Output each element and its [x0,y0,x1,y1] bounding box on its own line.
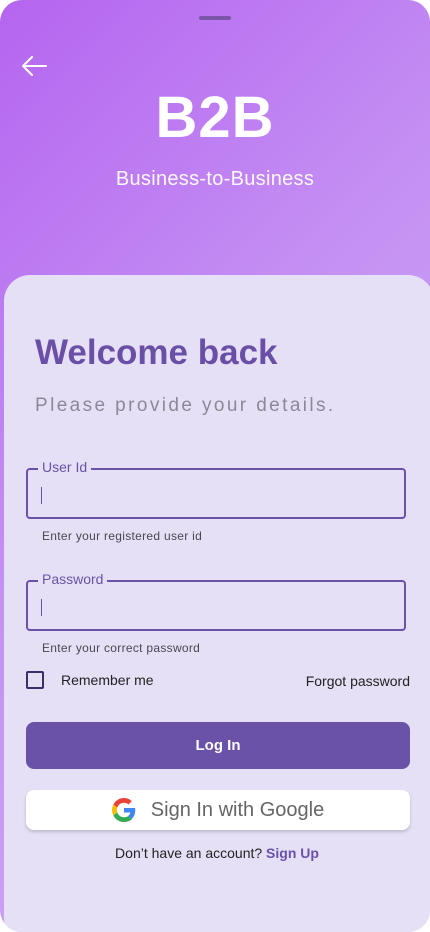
welcome-subtitle: Please provide your details. [35,395,336,416]
user-id-input[interactable] [40,470,400,519]
password-field[interactable]: Password [26,571,406,631]
remember-me-label: Remember me [61,672,154,688]
login-button[interactable]: Log In [26,722,410,769]
checkbox-box[interactable] [26,671,44,689]
google-sign-in-label: Sign In with Google [150,798,325,821]
text-cursor [41,599,42,616]
welcome-heading: Welcome back [35,333,278,372]
login-card: Welcome back Please provide your details… [4,275,430,932]
remember-me-checkbox[interactable]: Remember me [26,671,154,689]
forgot-password-link[interactable]: Forgot password [306,673,410,689]
signup-prompt: Don’t have an account? [115,845,263,861]
brand-tagline: Business-to-Business [115,168,315,190]
brand-title: B2B [155,85,275,150]
signup-link[interactable]: Sign Up [266,845,319,861]
user-id-field[interactable]: User Id [26,459,406,519]
text-cursor [41,487,42,504]
drag-handle[interactable] [199,16,231,20]
google-sign-in-button[interactable]: Sign In with Google [26,790,410,830]
signup-row: Don’t have an account? Sign Up [4,845,430,861]
login-screen: B2B Business-to-Business Welcome back Pl… [0,0,430,932]
user-id-helper: Enter your registered user id [42,529,203,543]
password-input[interactable] [40,582,400,631]
back-button[interactable] [16,48,52,84]
arrow-left-icon [22,56,47,76]
google-g-icon [111,798,136,822]
password-helper: Enter your correct password [42,641,201,655]
